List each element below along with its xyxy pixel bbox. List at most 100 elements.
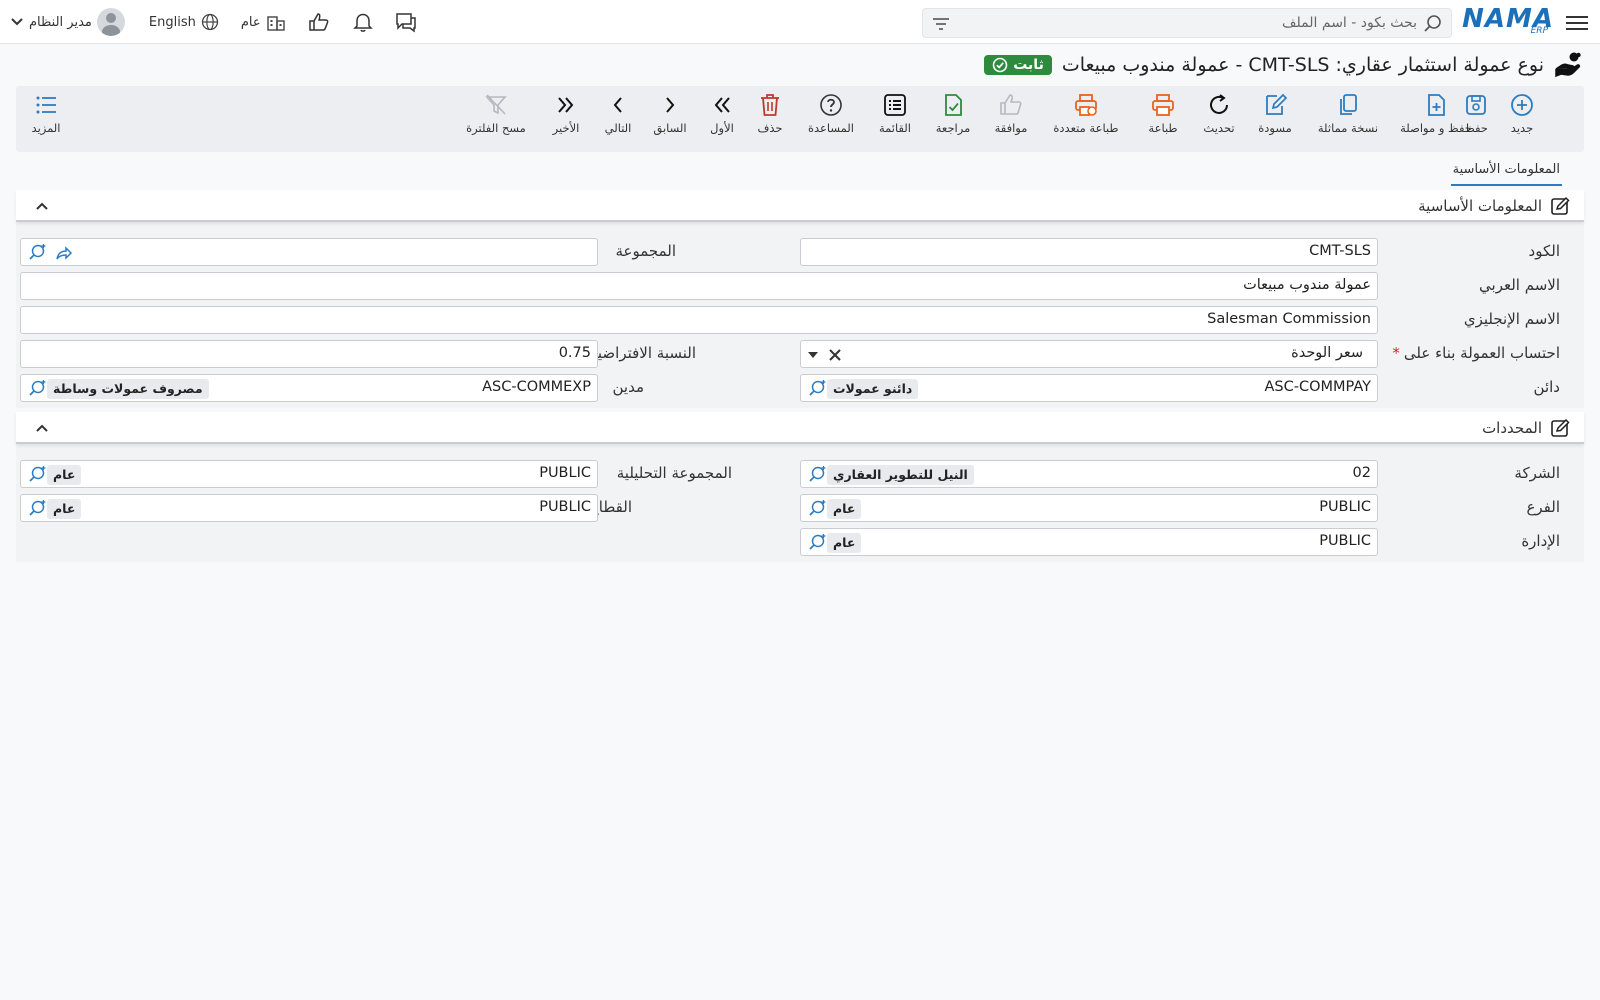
approve-label: موافقة (994, 121, 1028, 135)
draft-button[interactable]: مسودة (1252, 92, 1298, 148)
edit-square-icon (1551, 418, 1570, 437)
search-plus-icon[interactable] (27, 243, 47, 263)
arabic-name-value: عمولة مندوب مبيعات (1243, 277, 1371, 293)
top-bar: NAMA ERP مدير النظام English عام (0, 0, 1600, 44)
menu-list-icon (36, 96, 56, 114)
refresh-label: تحديث (1203, 121, 1235, 135)
previous-button[interactable]: السابق (650, 92, 690, 148)
search-plus-icon[interactable] (27, 465, 47, 485)
search-plus-icon[interactable] (27, 379, 47, 399)
debtor-field[interactable]: ASC-COMMEXP مصروف عمولات وساطة (20, 374, 598, 402)
limits-header[interactable]: المحددات (16, 412, 1584, 444)
branch-name: عام (827, 499, 862, 519)
new-button[interactable]: جديد (1502, 92, 1542, 148)
limits-section: المحددات الشركة 02 النيل للتطوير العقاري… (16, 412, 1584, 562)
globe-icon (201, 13, 218, 31)
more-button[interactable]: المزيد (28, 92, 64, 148)
branch-switch[interactable]: عام (241, 13, 286, 31)
print-button[interactable]: طباعة (1140, 92, 1186, 148)
chevron-down-icon (11, 18, 23, 26)
basic-info-title-wrap: المعلومات الأساسية (1418, 196, 1570, 216)
share-icon[interactable] (55, 244, 73, 262)
commission-hand-icon (1555, 52, 1581, 78)
save-continue-button[interactable]: حفظ و مواصلة (1398, 92, 1474, 148)
copy-icon (1340, 94, 1357, 115)
review-button[interactable]: مراجعة (930, 92, 976, 148)
english-name-field[interactable]: Salesman Commission (20, 306, 1378, 334)
code-field[interactable]: CMT-SLS (800, 238, 1378, 266)
help-label: المساعدة (807, 121, 855, 135)
file-plus-icon (1428, 94, 1445, 116)
refresh-button[interactable]: تحديث (1196, 92, 1242, 148)
basic-info-header[interactable]: المعلومات الأساسية (16, 190, 1584, 222)
chevron-up-icon[interactable] (34, 420, 50, 436)
chevron-up-icon[interactable] (34, 198, 50, 214)
close-icon[interactable] (827, 347, 843, 363)
multi-print-button[interactable]: طباعة متعددة (1048, 92, 1124, 148)
sector-name: عام (47, 499, 82, 519)
edit-square-icon (1551, 196, 1570, 215)
search-input[interactable] (977, 9, 1417, 37)
hamburger-menu-icon[interactable] (1566, 12, 1588, 32)
company-label: الشركة (1514, 464, 1560, 482)
print-label: طباعة (1148, 121, 1178, 135)
refresh-icon (1210, 94, 1228, 114)
caret-down-icon[interactable] (807, 351, 819, 359)
search-icon[interactable] (1423, 14, 1443, 34)
chevron-left-icon (613, 97, 622, 113)
chat-icon[interactable] (394, 11, 418, 33)
duplicate-button[interactable]: نسخة مماثلة (1312, 92, 1384, 148)
analytic-group-field[interactable]: PUBLIC عام (20, 460, 598, 488)
filter-icon[interactable] (931, 15, 951, 33)
search-plus-icon[interactable] (807, 465, 827, 485)
tab-basic-info[interactable]: المعلومات الأساسية (1450, 158, 1562, 186)
branch-field[interactable]: PUBLIC عام (800, 494, 1378, 522)
search-plus-icon[interactable] (807, 379, 827, 399)
list-label: القائمة (878, 121, 912, 135)
help-button[interactable]: المساعدة (804, 92, 858, 148)
more-label: المزيد (31, 121, 61, 135)
thumbs-up-icon[interactable] (308, 12, 330, 32)
debtor-code: ASC-COMMEXP (482, 379, 591, 395)
calc-basis-select[interactable]: سعر الوحدة (800, 340, 1378, 368)
user-menu[interactable]: مدير النظام (10, 8, 125, 36)
filter-off-icon (485, 94, 507, 115)
first-label: الأول (710, 121, 734, 135)
nama-logo[interactable]: NAMA ERP (1462, 4, 1554, 38)
branch-code: PUBLIC (1319, 499, 1371, 515)
creditor-code: ASC-COMMPAY (1264, 379, 1371, 395)
last-label: الأخير (552, 121, 580, 135)
department-name: عام (827, 533, 862, 553)
default-rate-field[interactable]: 0.75 (20, 340, 598, 368)
language-switch[interactable]: English (149, 13, 219, 31)
next-button[interactable]: التالي (598, 92, 638, 148)
next-label: التالي (604, 121, 632, 135)
group-field[interactable] (20, 238, 598, 266)
department-field[interactable]: PUBLIC عام (800, 528, 1378, 556)
clear-filter-button[interactable]: مسح الفلترة (462, 92, 530, 148)
bell-icon[interactable] (352, 11, 374, 33)
first-button[interactable]: الأول (704, 92, 740, 148)
language-label: English (148, 14, 196, 30)
search-plus-icon[interactable] (807, 499, 827, 519)
calc-basis-label-wrap: احتساب العمولة بناء على* (1392, 344, 1560, 362)
sector-field[interactable]: PUBLIC عام (20, 494, 598, 522)
delete-button[interactable]: حذف (750, 92, 790, 148)
list-button[interactable]: القائمة (872, 92, 918, 148)
double-chevron-right-icon (558, 97, 574, 113)
question-circle-icon (820, 94, 842, 116)
company-field[interactable]: 02 النيل للتطوير العقاري (800, 460, 1378, 488)
creditor-field[interactable]: ASC-COMMPAY دائنو عمولات (800, 374, 1378, 402)
calc-basis-value: سعر الوحدة (1291, 345, 1363, 361)
code-value: CMT-SLS (1309, 243, 1371, 259)
last-button[interactable]: الأخير (546, 92, 586, 148)
avatar (96, 8, 125, 36)
delete-label: حذف (757, 121, 783, 135)
approve-button[interactable]: موافقة (988, 92, 1034, 148)
department-code: PUBLIC (1319, 533, 1371, 549)
arabic-name-field[interactable]: عمولة مندوب مبيعات (20, 272, 1378, 300)
search-plus-icon[interactable] (807, 533, 827, 553)
search-plus-icon[interactable] (27, 499, 47, 519)
draft-label: مسودة (1258, 121, 1292, 135)
limits-title: المحددات (1482, 419, 1542, 437)
